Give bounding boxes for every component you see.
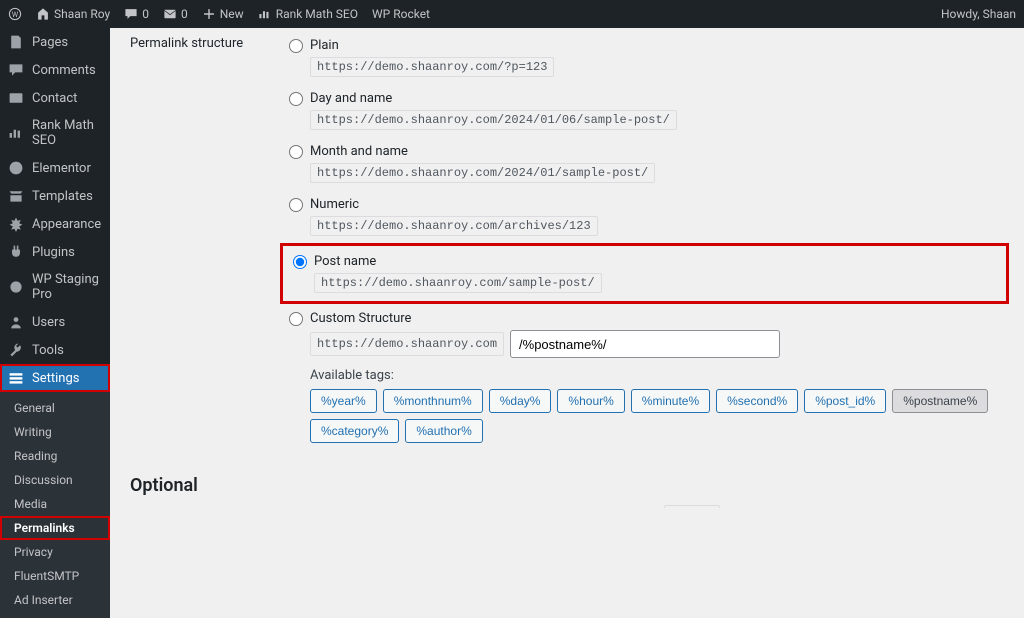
- comments-count[interactable]: 0: [124, 7, 149, 21]
- submenu-permalinks[interactable]: Permalinks: [0, 516, 110, 540]
- admin-bar: W Shaan Roy 0 0 New Rank Math SEO WP Roc…: [0, 0, 1024, 28]
- menu-wpstaging[interactable]: WP Staging Pro: [0, 266, 110, 308]
- radio-monthname[interactable]: [289, 145, 303, 159]
- radio-plain[interactable]: [289, 39, 303, 53]
- custom-structure-input[interactable]: [510, 330, 780, 358]
- howdy-user[interactable]: Howdy, Shaan: [941, 7, 1016, 21]
- optional-heading: Optional: [130, 475, 1004, 496]
- submenu-discussion[interactable]: Discussion: [0, 468, 110, 492]
- menu-tools[interactable]: Tools: [0, 336, 110, 364]
- option-custom-label: Custom Structure: [310, 311, 411, 326]
- site-name[interactable]: Shaan Roy: [36, 7, 110, 21]
- option-numeric: Numeric https://demo.shaanroy.com/archiv…: [285, 195, 1004, 238]
- tag-hour[interactable]: %hour%: [557, 389, 624, 413]
- tag-post_id[interactable]: %post_id%: [804, 389, 886, 413]
- submenu-media[interactable]: Media: [0, 492, 110, 516]
- submenu-general[interactable]: General: [0, 396, 110, 420]
- radio-numeric[interactable]: [289, 198, 303, 212]
- permalink-structure-label: Permalink structure: [130, 36, 285, 51]
- wp-logo-icon[interactable]: W: [8, 7, 22, 21]
- menu-comments[interactable]: Comments: [0, 56, 110, 84]
- option-dayname-example: https://demo.shaanroy.com/2024/01/06/sam…: [310, 110, 677, 130]
- settings-submenu: General Writing Reading Discussion Media…: [0, 392, 110, 618]
- tag-postname[interactable]: %postname%: [892, 389, 988, 413]
- option-monthname-example: https://demo.shaanroy.com/2024/01/sample…: [310, 163, 655, 183]
- optional-description: If you like, you may enter custom struct…: [130, 504, 1004, 508]
- option-postname: Post name https://demo.shaanroy.com/samp…: [285, 248, 1004, 299]
- new-content[interactable]: New: [202, 7, 244, 21]
- option-numeric-label: Numeric: [310, 197, 359, 212]
- available-tags-label: Available tags:: [310, 368, 1000, 383]
- main-content: Permalink structure Plain https://demo.s…: [110, 28, 1024, 508]
- menu-elementor[interactable]: Elementor: [0, 154, 110, 182]
- menu-plugins[interactable]: Plugins: [0, 238, 110, 266]
- menu-rankmath[interactable]: Rank Math SEO: [0, 112, 110, 154]
- menu-contact[interactable]: Contact: [0, 84, 110, 112]
- svg-text:W: W: [12, 11, 19, 19]
- menu-appearance[interactable]: Appearance: [0, 210, 110, 238]
- submenu-writing[interactable]: Writing: [0, 420, 110, 444]
- tag-day[interactable]: %day%: [489, 389, 552, 413]
- radio-dayname[interactable]: [289, 92, 303, 106]
- permalink-structure-row: Permalink structure Plain https://demo.s…: [130, 36, 1004, 455]
- option-monthname: Month and name https://demo.shaanroy.com…: [285, 142, 1004, 185]
- tag-category[interactable]: %category%: [310, 419, 399, 443]
- tag-minute[interactable]: %minute%: [631, 389, 710, 413]
- admin-bar-left: W Shaan Roy 0 0 New Rank Math SEO WP Roc…: [8, 7, 430, 21]
- tag-year[interactable]: %year%: [310, 389, 377, 413]
- custom-prefix: https://demo.shaanroy.com: [310, 332, 504, 356]
- option-postname-example: https://demo.shaanroy.com/sample-post/: [314, 273, 602, 293]
- option-dayname: Day and name https://demo.shaanroy.com/2…: [285, 89, 1004, 132]
- permalink-options: Plain https://demo.shaanroy.com/?p=123 D…: [285, 36, 1004, 455]
- option-plain: Plain https://demo.shaanroy.com/?p=123: [285, 36, 1004, 79]
- tag-author[interactable]: %author%: [405, 419, 482, 443]
- menu-users[interactable]: Users: [0, 308, 110, 336]
- option-postname-label: Post name: [314, 254, 376, 269]
- submenu-adinserter[interactable]: Ad Inserter: [0, 588, 110, 612]
- submenu-privacy[interactable]: Privacy: [0, 540, 110, 564]
- menu-settings[interactable]: Settings: [0, 364, 110, 392]
- admin-bar-right: Howdy, Shaan: [941, 7, 1016, 21]
- submenu-reading[interactable]: Reading: [0, 444, 110, 468]
- option-plain-label: Plain: [310, 38, 339, 53]
- admin-sidebar: Pages Comments Contact Rank Math SEO Ele…: [0, 28, 110, 508]
- radio-custom[interactable]: [289, 312, 303, 326]
- option-dayname-label: Day and name: [310, 91, 392, 106]
- option-custom: Custom Structure https://demo.shaanroy.c…: [285, 309, 1004, 445]
- option-monthname-label: Month and name: [310, 144, 408, 159]
- mail-count[interactable]: 0: [163, 7, 188, 21]
- option-numeric-example: https://demo.shaanroy.com/archives/123: [310, 216, 598, 236]
- available-tags: %year%%monthnum%%day%%hour% %minute%%seco…: [310, 389, 1000, 443]
- radio-postname[interactable]: [293, 255, 307, 269]
- tag-second[interactable]: %second%: [716, 389, 798, 413]
- menu-pages[interactable]: Pages: [0, 28, 110, 56]
- option-plain-example: https://demo.shaanroy.com/?p=123: [310, 57, 554, 77]
- submenu-fluentsmtp[interactable]: FluentSMTP: [0, 564, 110, 588]
- menu-templates[interactable]: Templates: [0, 182, 110, 210]
- rankmath-adminbar[interactable]: Rank Math SEO: [258, 7, 358, 21]
- tag-monthnum[interactable]: %monthnum%: [383, 389, 483, 413]
- wprocket-adminbar[interactable]: WP Rocket: [372, 7, 430, 21]
